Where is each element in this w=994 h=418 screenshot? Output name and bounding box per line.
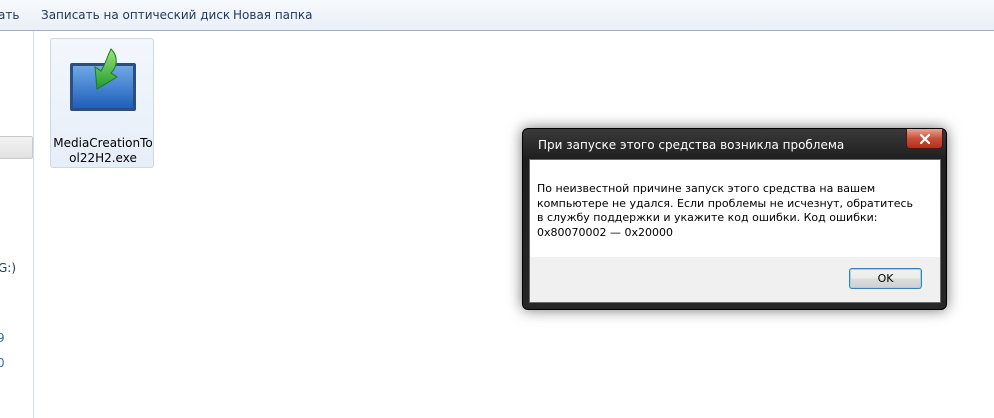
dialog-body: По неизвестной причине запуск этого сред… bbox=[529, 159, 941, 303]
file-name: MediaCreationTo ol22H2.exe bbox=[53, 136, 153, 166]
file-name-line2: ol22H2.exe bbox=[69, 151, 137, 165]
file-name-line1: MediaCreationTo bbox=[53, 136, 153, 150]
file-item[interactable]: MediaCreationTo ol22H2.exe bbox=[50, 38, 154, 168]
nav-drive-item[interactable]: G:) bbox=[0, 261, 16, 275]
navigation-pane: G:) 9 0 bbox=[0, 31, 34, 418]
command-bar: ать Записать на оптический диск Новая па… bbox=[0, 0, 994, 31]
nav-item-partial[interactable]: 0 bbox=[0, 356, 5, 370]
burn-to-disc-button[interactable]: Записать на оптический диск bbox=[41, 8, 230, 22]
ok-button[interactable]: OK bbox=[849, 268, 922, 289]
error-message: По неизвестной причине запуск этого сред… bbox=[537, 182, 914, 239]
nav-selected-item[interactable] bbox=[0, 136, 33, 159]
nav-item-partial[interactable]: 9 bbox=[0, 331, 5, 345]
dialog-title: При запуске этого средства возникла проб… bbox=[538, 138, 845, 152]
new-folder-button[interactable]: Новая папка bbox=[233, 8, 312, 22]
media-creation-tool-icon bbox=[70, 48, 136, 111]
dialog-footer: OK bbox=[530, 257, 940, 302]
close-icon bbox=[919, 133, 930, 144]
close-button[interactable] bbox=[906, 129, 943, 149]
toolbar-item-partial[interactable]: ать bbox=[0, 8, 19, 22]
error-dialog: При запуске этого средства возникла проб… bbox=[522, 128, 947, 310]
